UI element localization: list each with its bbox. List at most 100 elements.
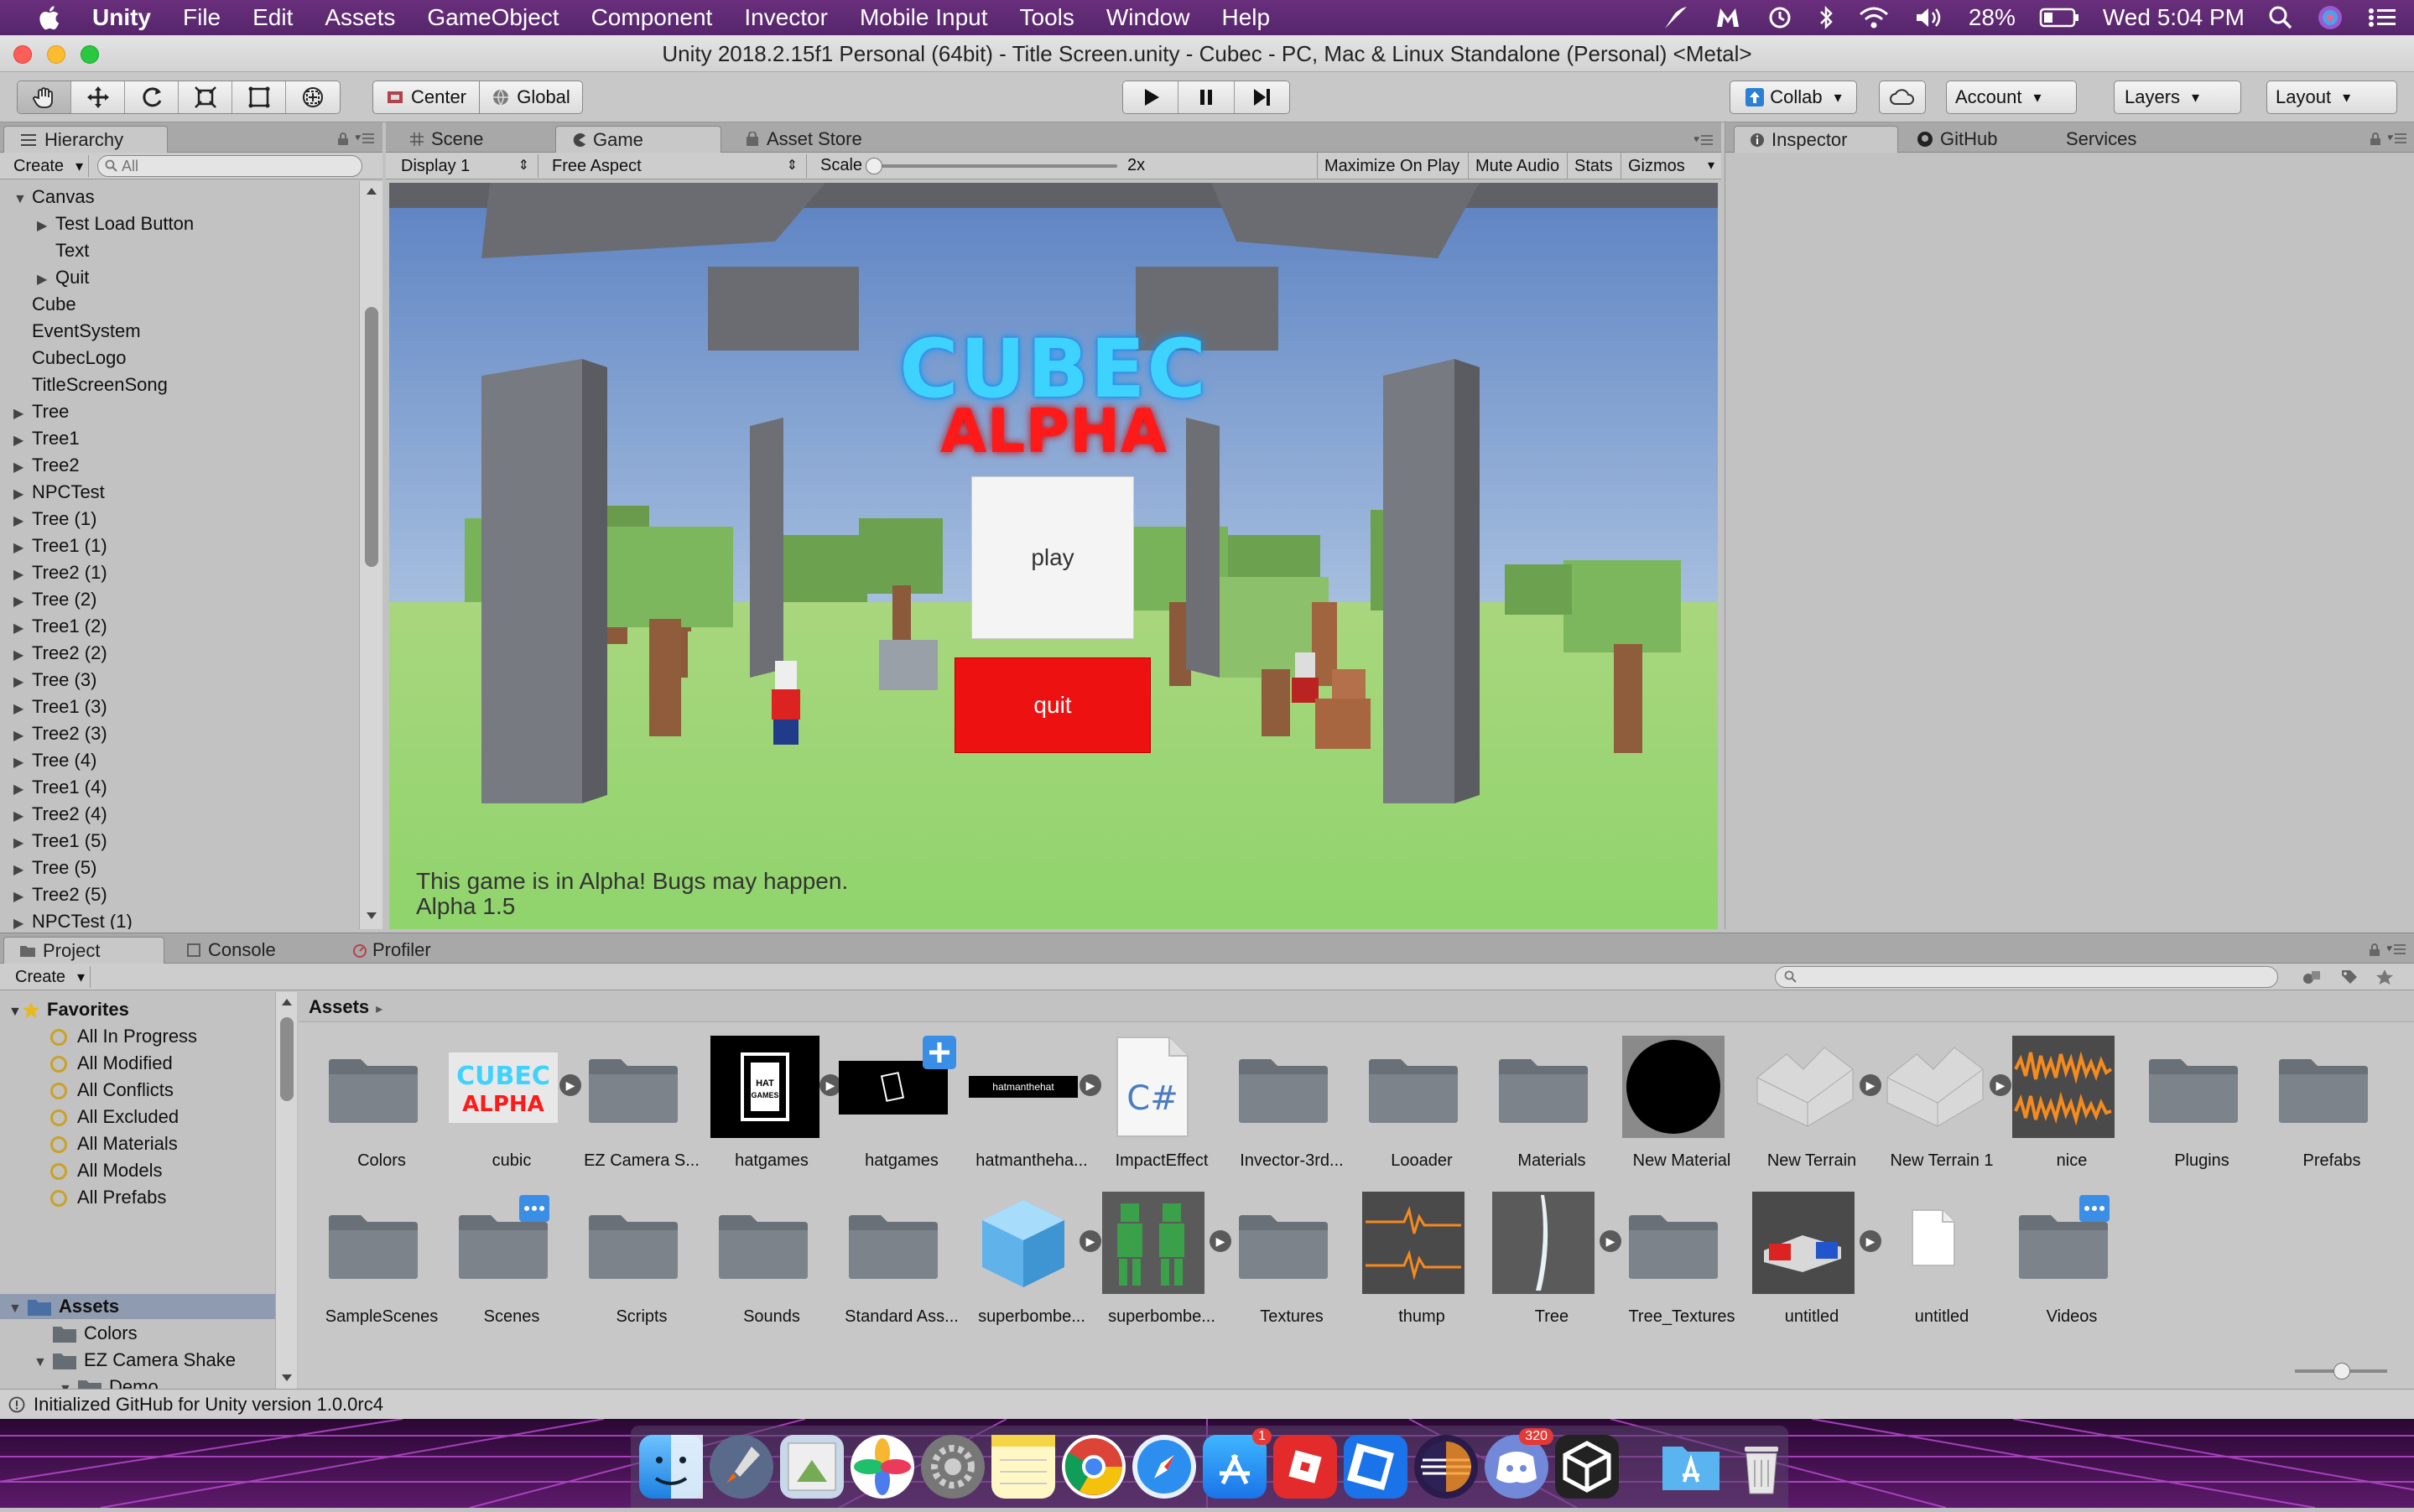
asset-tile[interactable]: ▶ superbombe... bbox=[969, 1192, 1101, 1343]
tab-services[interactable]: Services bbox=[2051, 126, 2151, 153]
pause-button[interactable] bbox=[1178, 81, 1235, 113]
gizmos-dropdown[interactable]: Gizmos ▾ bbox=[1621, 153, 1719, 179]
collapsed-arrow-icon[interactable]: ▶ bbox=[13, 432, 27, 449]
asset-tile[interactable]: hatgames bbox=[839, 1036, 965, 1187]
layers-dropdown[interactable]: Layers bbox=[2114, 81, 2241, 114]
lock-icon[interactable] bbox=[337, 132, 349, 146]
hierarchy-item[interactable]: ▶ Tree1 (2) bbox=[13, 616, 107, 637]
photos-icon[interactable] bbox=[851, 1435, 914, 1499]
menu-assets[interactable]: Assets bbox=[325, 4, 395, 31]
tab-hierarchy[interactable]: Hierarchy bbox=[3, 126, 168, 153]
game-viewport[interactable]: CUBEC ALPHA play quit This game is in Al… bbox=[389, 183, 1718, 929]
asset-tile[interactable]: Looader bbox=[1359, 1036, 1485, 1187]
maximize-on-play-toggle[interactable]: Maximize On Play bbox=[1317, 153, 1466, 179]
hierarchy-item[interactable]: ▶ Quit bbox=[37, 267, 89, 288]
hierarchy-item[interactable]: ▶ Tree1 (3) bbox=[13, 696, 107, 718]
mute-audio-toggle[interactable]: Mute Audio bbox=[1468, 153, 1566, 179]
collapsed-arrow-icon[interactable]: ▶ bbox=[13, 620, 27, 636]
asset-tile[interactable]: EZ Camera S... bbox=[579, 1036, 705, 1187]
finder-icon[interactable] bbox=[639, 1435, 703, 1499]
cloud-button[interactable] bbox=[1879, 81, 1926, 114]
asset-tile[interactable]: ▶ untitled bbox=[1749, 1192, 1881, 1343]
tab-console[interactable]: Console bbox=[171, 937, 291, 964]
zoom-window-button[interactable] bbox=[81, 45, 99, 64]
system-preferences-icon[interactable] bbox=[921, 1435, 985, 1499]
display-dropdown[interactable]: Display 1 ⇕ bbox=[391, 154, 538, 178]
hierarchy-item[interactable]: ▶ Tree1 bbox=[13, 428, 80, 449]
scroll-up-icon[interactable] bbox=[365, 186, 378, 196]
layout-dropdown[interactable]: Layout bbox=[2266, 81, 2397, 114]
filter-type-icon[interactable] bbox=[2302, 969, 2322, 985]
applications-folder-icon[interactable] bbox=[1659, 1435, 1723, 1499]
project-tree-item[interactable]: Colors bbox=[34, 1322, 138, 1344]
hierarchy-item[interactable]: ▶ Tree1 (1) bbox=[13, 535, 107, 557]
hierarchy-item[interactable]: ▶ Tree (3) bbox=[13, 669, 96, 691]
notes-icon[interactable] bbox=[991, 1435, 1055, 1499]
favorite-item[interactable]: All Modified bbox=[50, 1052, 173, 1074]
feather-icon[interactable] bbox=[1662, 5, 1690, 30]
chrome-icon[interactable] bbox=[1062, 1435, 1126, 1499]
collapsed-arrow-icon[interactable]: ▶ bbox=[13, 512, 27, 529]
hierarchy-item[interactable]: ▶ Tree2 (4) bbox=[13, 803, 107, 825]
minimize-window-button[interactable] bbox=[47, 45, 65, 64]
time-machine-icon[interactable] bbox=[1766, 5, 1794, 30]
collapsed-arrow-icon[interactable]: ▶ bbox=[37, 271, 50, 288]
project-tree-scrollbar[interactable] bbox=[275, 992, 297, 1390]
project-tree-item[interactable]: ▼ EZ Camera Shake bbox=[34, 1349, 236, 1371]
menu-window[interactable]: Window bbox=[1106, 4, 1190, 31]
project-search-field[interactable] bbox=[1775, 966, 2278, 988]
asset-tile[interactable]: Plugins bbox=[2139, 1036, 2265, 1187]
hierarchy-item[interactable]: ▶ Tree (5) bbox=[13, 857, 96, 879]
collapsed-arrow-icon[interactable]: ▶ bbox=[13, 727, 27, 744]
asset-tile[interactable]: thump bbox=[1359, 1192, 1485, 1343]
asset-tile[interactable]: ▶ Tree bbox=[1489, 1192, 1621, 1343]
collapsed-arrow-icon[interactable]: ▶ bbox=[13, 647, 27, 663]
play-button[interactable] bbox=[1123, 81, 1179, 113]
favorite-item[interactable]: All Models bbox=[50, 1160, 162, 1182]
menu-gameobject[interactable]: GameObject bbox=[427, 4, 559, 31]
tab-asset-store[interactable]: Asset Store bbox=[730, 126, 877, 153]
expanded-arrow-icon[interactable]: ▼ bbox=[8, 1302, 22, 1317]
eclipse-icon[interactable] bbox=[1414, 1435, 1478, 1499]
panel-menu-icon[interactable] bbox=[2388, 132, 2406, 144]
play-game-button[interactable]: play bbox=[971, 476, 1134, 639]
collapsed-arrow-icon[interactable]: ▶ bbox=[13, 673, 27, 690]
collapsed-arrow-icon[interactable]: ▶ bbox=[13, 781, 27, 798]
tab-scene[interactable]: Scene bbox=[394, 126, 498, 153]
favorite-item[interactable]: All Prefabs bbox=[50, 1187, 166, 1208]
project-tree-item[interactable]: ▼ Demo bbox=[59, 1376, 159, 1390]
hierarchy-item[interactable]: Cube bbox=[13, 294, 76, 315]
panel-menu-icon[interactable] bbox=[2387, 943, 2406, 955]
project-tree-scroll-thumb[interactable] bbox=[280, 1017, 294, 1101]
hierarchy-item[interactable]: ▼ Canvas bbox=[13, 186, 95, 208]
asset-tile[interactable]: C# ImpactEffect bbox=[1099, 1036, 1225, 1187]
menu-edit[interactable]: Edit bbox=[252, 4, 293, 31]
hierarchy-item[interactable]: ▶ Tree1 (4) bbox=[13, 777, 107, 798]
menu-mobile-input[interactable]: Mobile Input bbox=[860, 4, 988, 31]
tab-game[interactable]: Game bbox=[555, 126, 721, 153]
asset-tile[interactable]: CUBEC ALPHA ▶ cubic bbox=[449, 1036, 581, 1187]
hand-tool-button[interactable] bbox=[18, 81, 71, 113]
spotlight-search-icon[interactable] bbox=[2268, 5, 2293, 30]
asset-tile[interactable]: New Material bbox=[1619, 1036, 1745, 1187]
battery-icon[interactable] bbox=[2039, 7, 2079, 29]
hierarchy-search-input[interactable] bbox=[122, 157, 340, 175]
hierarchy-create-dropdown[interactable]: Create bbox=[8, 155, 90, 177]
asset-tile[interactable]: ▶ New Terrain 1 bbox=[1879, 1036, 2011, 1187]
expanded-arrow-icon[interactable]: ▼ bbox=[13, 192, 27, 207]
collapsed-arrow-icon[interactable]: ▶ bbox=[13, 405, 27, 422]
asset-tile[interactable]: Scenes bbox=[449, 1192, 575, 1343]
trash-icon[interactable] bbox=[1730, 1435, 1793, 1499]
lock-icon[interactable] bbox=[2370, 132, 2381, 146]
asset-tile[interactable]: untitled bbox=[1879, 1192, 2005, 1343]
tab-inspector[interactable]: Inspector bbox=[1734, 126, 1898, 153]
favorite-item[interactable]: All In Progress bbox=[50, 1026, 197, 1047]
hierarchy-item[interactable]: EventSystem bbox=[13, 320, 141, 342]
hierarchy-scrollbar[interactable] bbox=[359, 181, 382, 929]
transform-tool-button[interactable] bbox=[286, 81, 340, 113]
asset-tile[interactable]: hatmanthehat ▶ hatmantheha... bbox=[969, 1036, 1101, 1187]
roblox-icon[interactable] bbox=[1273, 1435, 1337, 1499]
step-button[interactable] bbox=[1234, 81, 1289, 113]
hierarchy-item[interactable]: ▶ NPCTest (1) bbox=[13, 911, 133, 929]
roblox-studio-icon[interactable] bbox=[1344, 1435, 1407, 1499]
